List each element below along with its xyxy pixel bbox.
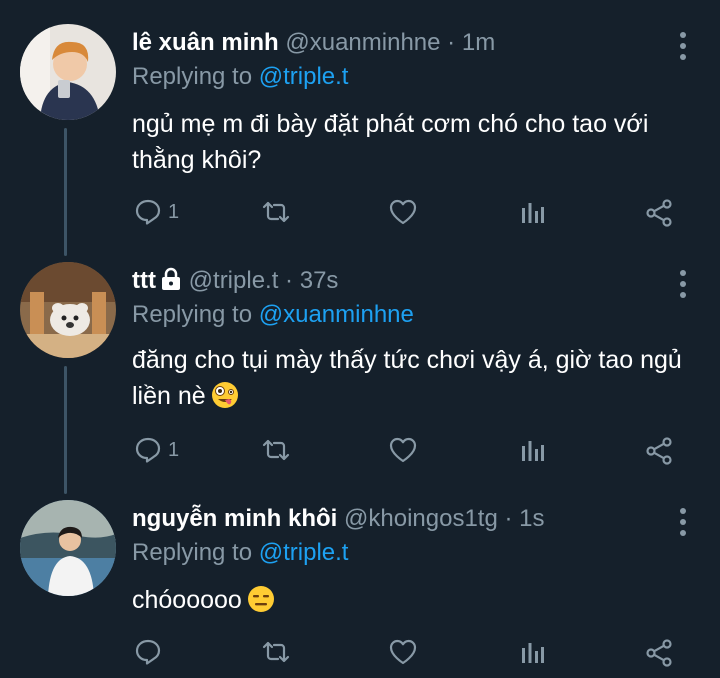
- display-name[interactable]: lê xuân minh: [132, 29, 279, 56]
- tweet-text: ngủ mẹ m đi bày đặt phát cơm chó cho tao…: [132, 106, 692, 178]
- user-handle[interactable]: @xuanminhne: [285, 29, 440, 56]
- tweet-header: ttt @triple.t · 37s: [132, 266, 338, 299]
- tweet-text-line: ngủ mẹ m đi bày đặt phát cơm chó cho tao…: [132, 110, 649, 138]
- retweet-button[interactable]: [260, 638, 298, 666]
- tweet[interactable]: ttt @triple.t · 37s Replying to @xuanmin…: [0, 258, 720, 488]
- tweet[interactable]: lê xuân minh @xuanminhne · 1m Replying t…: [0, 20, 720, 250]
- display-name[interactable]: ttt: [132, 267, 156, 294]
- reply-icon: [135, 199, 161, 225]
- user-handle[interactable]: @triple.t: [189, 267, 279, 294]
- timestamp[interactable]: 37s: [300, 267, 339, 294]
- analytics-icon: [522, 441, 544, 461]
- analytics-button[interactable]: [518, 198, 546, 226]
- more-options-icon[interactable]: [678, 32, 688, 60]
- more-options-icon[interactable]: [678, 270, 688, 298]
- expressionless-face-emoji: [246, 584, 276, 614]
- reply-button[interactable]: 1: [134, 198, 179, 226]
- retweet-icon: [262, 439, 290, 461]
- retweet-button[interactable]: [260, 198, 298, 226]
- tweet-text-line: chóooooo: [132, 586, 242, 614]
- action-bar: [0, 638, 720, 672]
- like-button[interactable]: [388, 198, 424, 226]
- share-button[interactable]: [644, 198, 674, 228]
- analytics-icon: [522, 643, 544, 663]
- separator-dot: ·: [447, 29, 456, 56]
- avatar[interactable]: [20, 262, 116, 358]
- separator-dot: ·: [504, 505, 513, 532]
- tweet-text: chóooooo: [132, 582, 692, 618]
- like-button[interactable]: [388, 638, 424, 666]
- replying-to: Replying to @xuanminhne: [132, 300, 414, 330]
- reply-count: 1: [168, 200, 180, 223]
- avatar[interactable]: [20, 24, 116, 120]
- avatar[interactable]: [20, 500, 116, 596]
- share-icon: [646, 199, 672, 227]
- reply-count: 1: [168, 438, 180, 461]
- mention-link[interactable]: @triple.t: [259, 63, 349, 90]
- share-button[interactable]: [644, 638, 674, 668]
- tweet-text: đăng cho tụi mày thấy tức chơi vậy á, gi…: [132, 342, 692, 414]
- tweet-text-line-with-emoji: chóooooo: [132, 582, 692, 618]
- like-button[interactable]: [388, 436, 424, 464]
- retweet-button[interactable]: [260, 436, 298, 464]
- tweet-header: nguyễn minh khôi @khoingos1tg · 1s: [132, 504, 545, 534]
- replying-to: Replying to @triple.t: [132, 538, 348, 568]
- tweet[interactable]: nguyễn minh khôi @khoingos1tg · 1s Reply…: [0, 496, 720, 678]
- tweet-text-line: thằng khôi?: [132, 146, 262, 174]
- action-bar: 1: [0, 436, 720, 470]
- replying-prefix: Replying to: [132, 301, 253, 328]
- replying-prefix: Replying to: [132, 539, 253, 566]
- timestamp[interactable]: 1m: [462, 29, 495, 56]
- tweet-text-line: đăng cho tụi mày thấy tức chơi vậy á, gi…: [132, 346, 682, 374]
- action-bar: 1: [0, 198, 720, 232]
- share-icon: [646, 437, 672, 465]
- retweet-icon: [262, 641, 290, 663]
- share-icon: [646, 639, 672, 667]
- heart-icon: [389, 199, 417, 225]
- timestamp[interactable]: 1s: [519, 505, 544, 532]
- tweet-text-line: liền nè: [132, 382, 206, 410]
- analytics-button[interactable]: [518, 638, 546, 666]
- tweet-header: lê xuân minh @xuanminhne · 1m: [132, 28, 495, 58]
- share-button[interactable]: [644, 436, 674, 466]
- reply-button[interactable]: 1: [134, 436, 179, 464]
- more-options-icon[interactable]: [678, 508, 688, 536]
- user-handle[interactable]: @khoingos1tg: [344, 505, 498, 532]
- retweet-icon: [262, 201, 290, 223]
- mention-link[interactable]: @xuanminhne: [259, 301, 414, 328]
- display-name[interactable]: nguyễn minh khôi: [132, 505, 337, 532]
- analytics-icon: [522, 203, 544, 223]
- lock-icon: [160, 267, 182, 299]
- zany-face-emoji: [210, 380, 240, 410]
- reply-button[interactable]: [134, 638, 168, 666]
- reply-icon: [135, 437, 161, 463]
- reply-icon: [135, 639, 161, 665]
- tweet-text-line-with-emoji: liền nè: [132, 378, 692, 414]
- mention-link[interactable]: @triple.t: [259, 539, 349, 566]
- heart-icon: [389, 437, 417, 463]
- heart-icon: [389, 639, 417, 665]
- analytics-button[interactable]: [518, 436, 546, 464]
- replying-prefix: Replying to: [132, 63, 253, 90]
- replying-to: Replying to @triple.t: [132, 62, 348, 92]
- separator-dot: ·: [285, 267, 294, 294]
